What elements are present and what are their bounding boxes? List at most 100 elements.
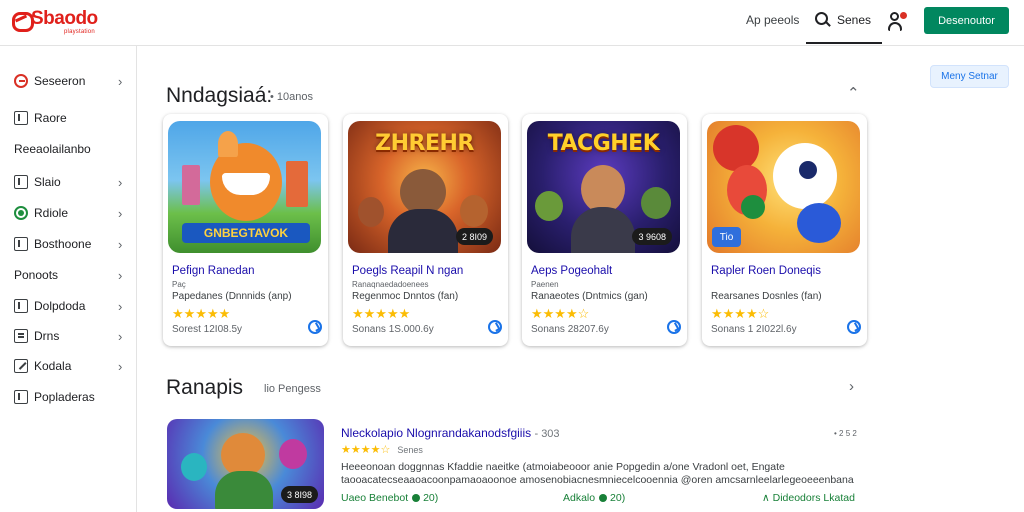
section-subtitle: lio Pengess — [264, 383, 321, 395]
side-character — [535, 191, 563, 221]
sidebar-item-6[interactable]: Bosthoone › — [0, 231, 136, 257]
sidebar-item-9[interactable]: Drns › — [0, 323, 136, 349]
search-label: Senes — [837, 13, 872, 27]
install-icon[interactable] — [667, 320, 681, 334]
see-more-button[interactable]: Meny Setnar — [930, 65, 1009, 88]
character-body — [797, 203, 841, 243]
stars-label: Senes — [397, 445, 423, 455]
apps-link[interactable]: Ap peeols — [746, 13, 799, 27]
foot-label: Adkalo — [563, 492, 596, 504]
character-body — [215, 471, 273, 509]
foot-extra: 20) — [610, 492, 626, 504]
sidebar-item-8[interactable]: Dolpdoda › — [0, 293, 136, 319]
foot-extra: 20) — [423, 492, 439, 504]
character-body — [571, 207, 635, 253]
building-shape — [286, 161, 308, 207]
record-icon — [14, 206, 28, 220]
chevron-right-icon[interactable]: › — [849, 378, 854, 395]
description-line: taooacatecseaaoacoonpamaoaoonoe amosenob… — [341, 474, 854, 486]
section-title: Ranapis — [166, 376, 244, 399]
chevron-right-icon: › — [118, 358, 123, 374]
notification-dot — [899, 11, 908, 20]
header-cta-button[interactable]: Desenoutor — [924, 7, 1009, 34]
sidebar-item-5[interactable]: Rdiole › — [0, 200, 136, 226]
section-subtitle: • 10anos — [270, 91, 313, 103]
thumbnail-badge: 3 9608 — [632, 228, 672, 245]
character-body — [388, 209, 458, 253]
install-icon[interactable] — [308, 320, 322, 334]
character-head — [581, 165, 625, 213]
sidebar-item-label: Popladeras — [34, 390, 95, 404]
rating-text: Sonans 1 2I022l.6y — [711, 324, 797, 335]
side-character — [279, 439, 307, 469]
app-card[interactable]: TACGHEK 3 9608 Aeps Pogeohalt Paenen Ran… — [522, 114, 687, 346]
list-foot-item[interactable]: Uaeo Benebot 20) — [341, 492, 438, 504]
account-icon[interactable] — [888, 11, 908, 33]
sidebar-item-4[interactable]: Slaio › — [0, 169, 136, 195]
sidebar-item-label: Seseeron — [34, 74, 86, 88]
install-icon[interactable] — [488, 320, 502, 334]
list-item-meta: • 2 5 2 — [834, 429, 857, 438]
sidebar-item-7[interactable]: Ponoots › — [0, 262, 136, 288]
thumbnail-badge: 2 8I09 — [455, 228, 493, 245]
sidebar-item-1[interactable]: Seseeron › — [0, 68, 136, 94]
app-developer: Ranaqnaedadoenees — [352, 280, 429, 289]
app-category: Regenmoc Dnntos (fan) — [352, 291, 459, 302]
list-thumbnail[interactable]: 3 8I98 — [167, 419, 324, 509]
search-icon — [815, 12, 831, 28]
list-foot-item[interactable]: Adkalo 20) — [563, 492, 625, 504]
star-rating: ★★★★★ — [352, 306, 411, 321]
app-thumbnail: ZHREHR 2 8I09 — [348, 121, 501, 253]
chevron-right-icon: › — [118, 298, 123, 314]
app-developer: Paç — [172, 280, 186, 289]
bookmark-icon — [14, 299, 28, 313]
character-item — [741, 195, 765, 219]
logo-subtext: playstation — [64, 29, 95, 35]
star-rating: ★★★★★ — [172, 306, 231, 321]
logo-mark: Sbaodo — [12, 8, 98, 32]
chevron-right-icon: › — [118, 73, 123, 89]
sidebar-item-3[interactable]: Reeaolailanbo — [0, 136, 136, 162]
list-item-title[interactable]: Nleckolapio Nlognrandakanodsfgiiis - 303 — [341, 426, 560, 440]
app-card[interactable]: Tio Rapler Roen Doneqis Rearsanes Dosnle… — [702, 114, 867, 346]
brand-logo[interactable]: Sbaodo playstation — [12, 8, 98, 35]
app-thumbnail: TACGHEK 3 9608 — [527, 121, 680, 253]
app-category: Rearsanes Dosnles (fan) — [711, 291, 822, 302]
account-head — [890, 12, 899, 21]
app-card[interactable]: ZHREHR 2 8I09 Poegls Reapil N ngan Ranaq… — [343, 114, 508, 346]
chevron-right-icon: › — [118, 174, 123, 190]
app-developer: Paenen — [531, 280, 559, 289]
thumbnail-title: ZHREHR — [375, 131, 474, 156]
sidebar-item-10[interactable]: Kodala › — [0, 353, 136, 379]
list-foot-item[interactable]: ∧ Dideodors Lkatad — [762, 492, 855, 504]
top-header: Sbaodo playstation Ap peeols Senes Desen… — [0, 0, 1024, 46]
foot-label: Uaeo Benebot — [341, 492, 409, 504]
rating-text: Sorest 12I08.5y — [172, 324, 243, 335]
thumbnail-badge: Tio — [712, 227, 741, 247]
list-icon — [14, 329, 28, 343]
stars: ★★★★☆ — [341, 444, 391, 456]
edit-icon — [14, 359, 28, 373]
install-icon[interactable] — [847, 320, 861, 334]
bookmark-icon — [14, 175, 28, 189]
logo-text: Sbaodo — [31, 8, 98, 29]
app-category: Papedanes (Dnnnids (anp) — [172, 291, 292, 302]
sidebar: Seseeron › Raore Reeaolailanbo Slaio › R… — [0, 46, 137, 512]
app-name: Pefign Ranedan — [172, 265, 255, 277]
search-tab[interactable]: Senes — [806, 0, 882, 44]
chevron-up-icon[interactable]: ⌃ — [847, 84, 860, 102]
list-item-name: Nleckolapio Nlognrandakanodsfgiiis — [341, 426, 532, 440]
app-thumbnail: Tio — [707, 121, 860, 253]
account-body — [888, 22, 902, 31]
app-name: Poegls Reapil N ngan — [352, 265, 464, 277]
list-star-rating: ★★★★☆ Senes — [341, 443, 423, 456]
app-name: Aeps Pogeohalt — [531, 265, 613, 277]
bookmark-icon — [14, 237, 28, 251]
sidebar-item-label: Kodala — [34, 359, 72, 373]
app-card[interactable]: GNBEGTAVOK Pefign Ranedan Paç Papedanes … — [163, 114, 328, 346]
sidebar-item-11[interactable]: Popladeras — [0, 384, 136, 410]
sidebar-item-2[interactable]: Raore — [0, 105, 136, 131]
thumbnail-title: TACGHEK — [547, 131, 660, 156]
side-character — [641, 187, 671, 219]
list-item-description: Heeeonoan doggnnas Kfaddie naeitke (atmo… — [341, 461, 859, 487]
